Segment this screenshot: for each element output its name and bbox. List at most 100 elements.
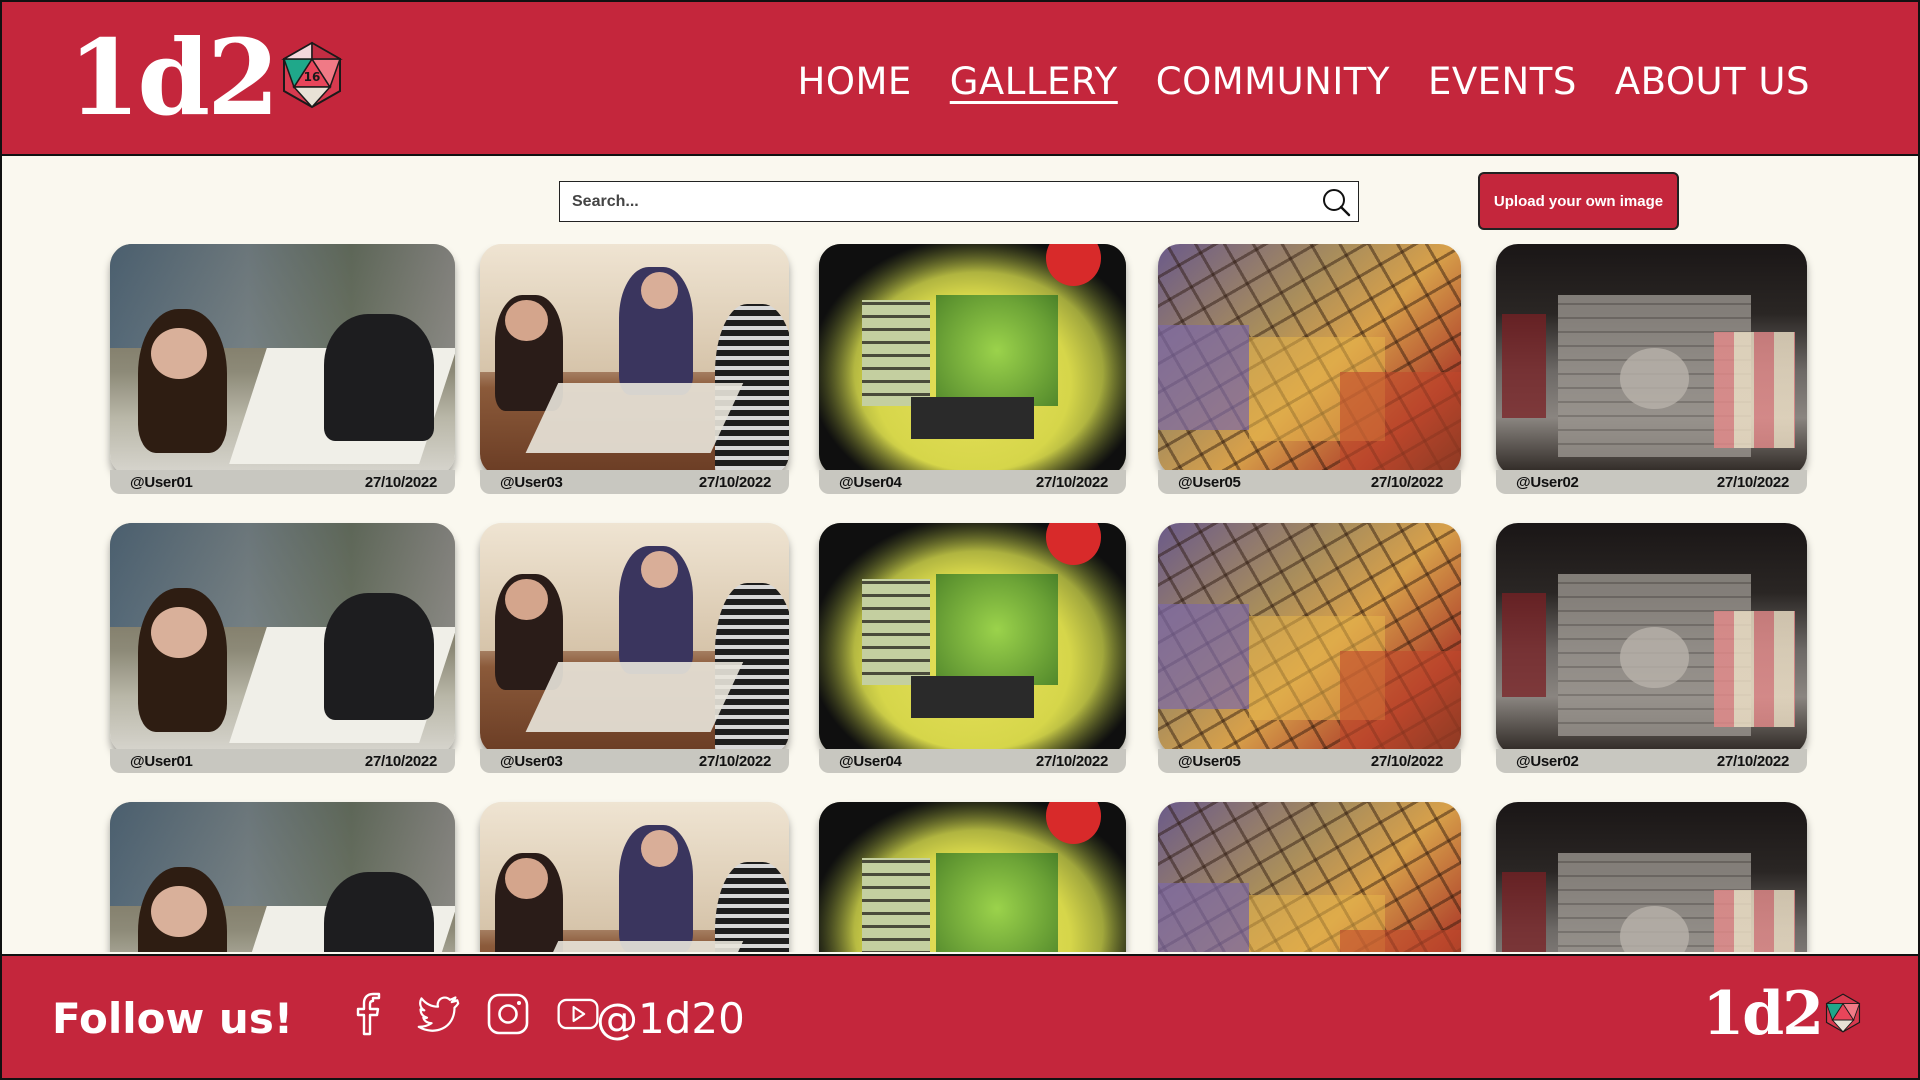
photo-detail xyxy=(1620,348,1689,409)
gallery-photo[interactable] xyxy=(110,802,455,952)
upload-date: 27/10/2022 xyxy=(364,752,437,770)
search-input[interactable] xyxy=(560,182,1314,221)
twitter-icon[interactable] xyxy=(416,992,460,1036)
gallery-card[interactable]: @User05 27/10/2022 xyxy=(1158,244,1461,494)
social-handle[interactable]: @1d20 xyxy=(596,994,745,1043)
nav-community[interactable]: COMMUNITY xyxy=(1156,60,1390,103)
photo-detail xyxy=(151,606,207,658)
gallery-card[interactable]: @User01 27/10/2022 xyxy=(110,244,455,494)
uploader-username[interactable]: @User01 xyxy=(130,474,193,491)
gallery-photo[interactable] xyxy=(480,802,789,952)
photo-detail xyxy=(1158,883,1249,952)
gallery-photo[interactable] xyxy=(1158,802,1461,952)
facebook-icon[interactable] xyxy=(346,992,390,1036)
upload-image-button[interactable]: Upload your own image xyxy=(1478,172,1679,230)
gallery-photo[interactable] xyxy=(1158,523,1461,755)
photo-caption: @User01 27/10/2022 xyxy=(110,749,455,773)
site-header: 1d2 16 HOME GALLERY COMMUNITY EVENTS ABOUT U… xyxy=(2,2,1918,156)
search-bar xyxy=(559,181,1359,222)
nav-gallery[interactable]: GALLERY xyxy=(950,60,1118,103)
photo-caption: @User04 27/10/2022 xyxy=(819,749,1126,773)
uploader-username[interactable]: @User03 xyxy=(500,474,563,491)
youtube-icon[interactable] xyxy=(556,992,600,1036)
uploader-username[interactable]: @User03 xyxy=(500,753,563,770)
follow-us-label: Follow us! xyxy=(52,994,293,1043)
photo-detail xyxy=(935,295,1059,407)
photo-caption: @User03 27/10/2022 xyxy=(480,470,789,494)
photo-detail xyxy=(504,299,548,342)
gallery-photo[interactable] xyxy=(819,802,1126,952)
photo-detail xyxy=(861,578,930,686)
gallery-card[interactable] xyxy=(1496,802,1807,952)
photo-caption: @User01 27/10/2022 xyxy=(110,470,455,494)
main-nav: HOME GALLERY COMMUNITY EVENTS ABOUT US xyxy=(798,60,1811,103)
gallery-photo[interactable] xyxy=(110,244,455,476)
gallery-card[interactable]: @User02 27/10/2022 xyxy=(1496,523,1807,773)
gallery-photo[interactable] xyxy=(480,523,789,755)
uploader-username[interactable]: @User04 xyxy=(839,753,902,770)
gallery-photo[interactable] xyxy=(819,244,1126,476)
photo-detail xyxy=(1339,929,1461,952)
photo-caption: @User05 27/10/2022 xyxy=(1158,470,1461,494)
photo-detail xyxy=(1502,871,1546,952)
uploader-username[interactable]: @User05 xyxy=(1178,474,1241,491)
uploader-username[interactable]: @User04 xyxy=(839,474,902,491)
site-footer: Follow us! @1d20 1d2 xyxy=(2,954,1918,1078)
d20-die-icon: 16 xyxy=(281,41,344,109)
photo-detail xyxy=(1620,627,1689,688)
photo-detail xyxy=(640,550,678,588)
photo-detail xyxy=(911,676,1034,718)
search-icon[interactable] xyxy=(1314,182,1358,221)
upload-date: 27/10/2022 xyxy=(698,752,771,770)
gallery-photo[interactable] xyxy=(1496,244,1807,476)
gallery-photo[interactable] xyxy=(480,244,789,476)
uploader-username[interactable]: @User05 xyxy=(1178,753,1241,770)
photo-detail xyxy=(1713,890,1795,952)
photo-detail xyxy=(1158,604,1249,709)
gallery-photo[interactable] xyxy=(819,523,1126,755)
uploader-username[interactable]: @User01 xyxy=(130,753,193,770)
nav-events[interactable]: EVENTS xyxy=(1428,60,1577,103)
gallery-card[interactable]: @User02 27/10/2022 xyxy=(1496,244,1807,494)
gallery-card[interactable]: @User04 27/10/2022 xyxy=(819,244,1126,494)
logo-text: 1d2 xyxy=(68,16,279,139)
gallery-photo[interactable] xyxy=(1158,244,1461,476)
social-links xyxy=(346,992,600,1036)
photo-detail xyxy=(1502,592,1546,697)
upload-date: 27/10/2022 xyxy=(1370,752,1443,770)
photo-caption: @User04 27/10/2022 xyxy=(819,470,1126,494)
gallery-card[interactable] xyxy=(110,802,455,952)
upload-date: 27/10/2022 xyxy=(1716,473,1789,491)
gallery-card[interactable]: @User05 27/10/2022 xyxy=(1158,523,1461,773)
gallery-card[interactable] xyxy=(480,802,789,952)
photo-caption: @User02 27/10/2022 xyxy=(1496,749,1807,773)
photo-detail xyxy=(640,829,678,867)
photo-detail xyxy=(1713,332,1795,449)
gallery-photo[interactable] xyxy=(1496,523,1807,755)
photo-detail xyxy=(1713,611,1795,728)
gallery-photo[interactable] xyxy=(1496,802,1807,952)
uploader-username[interactable]: @User02 xyxy=(1516,753,1579,770)
photo-detail xyxy=(504,857,548,900)
nav-home[interactable]: HOME xyxy=(798,60,912,103)
uploader-username[interactable]: @User02 xyxy=(1516,474,1579,491)
gallery-card[interactable]: @User03 27/10/2022 xyxy=(480,244,789,494)
upload-date: 27/10/2022 xyxy=(1370,473,1443,491)
page: 1d2 16 HOME GALLERY COMMUNITY EVENTS ABOUT U… xyxy=(0,0,1920,1080)
instagram-icon[interactable] xyxy=(486,992,530,1036)
gallery-card[interactable]: @User04 27/10/2022 xyxy=(819,523,1126,773)
photo-detail xyxy=(525,941,744,952)
footer-logo[interactable]: 1d2 xyxy=(1703,984,1862,1044)
gallery-card[interactable]: @User01 27/10/2022 xyxy=(110,523,455,773)
gallery-card[interactable]: @User03 27/10/2022 xyxy=(480,523,789,773)
gallery-grid: @User01 27/10/2022 @User03 27/10/2022 @User0… xyxy=(2,244,1918,952)
die-face-number: 16 xyxy=(304,70,321,84)
photo-detail xyxy=(935,574,1059,686)
photo-detail xyxy=(1339,650,1461,755)
footer-logo-text: 1d2 xyxy=(1702,979,1824,1049)
gallery-photo[interactable] xyxy=(110,523,455,755)
site-logo[interactable]: 1d2 16 xyxy=(68,26,344,130)
gallery-card[interactable] xyxy=(1158,802,1461,952)
nav-about-us[interactable]: ABOUT US xyxy=(1615,60,1810,103)
gallery-card[interactable] xyxy=(819,802,1126,952)
